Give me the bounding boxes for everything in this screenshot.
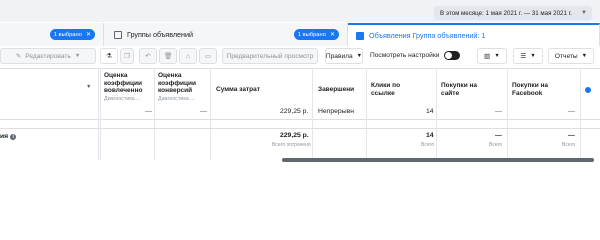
summary-clicks-sub: Всего [421,142,435,148]
column-header-label: Завершени [318,86,355,93]
chevron-down-icon: ▼ [494,53,500,59]
folder-icon [114,30,122,39]
column-header-sub: Диагностика ... [158,96,195,102]
columns-button[interactable]: ▥ ▼ [477,48,507,64]
cell-conversion: — [200,108,207,115]
summary-purchases-fb: — [568,132,575,139]
summary-spend: 229,25 р. [280,132,309,139]
flask-icon: ⚗ [106,53,112,60]
cell-purchases-site: — [495,108,502,115]
cell-purchases-fb: — [568,108,575,115]
preview-button[interactable]: Предварительный просмотр [222,48,318,64]
comment-icon: ▭ [204,53,212,60]
reports-button[interactable]: Отчеты ▼ [548,48,594,64]
column-header-label: Сумма затрат [216,86,260,93]
tab-ad-sets-label: Группы объявлений [127,30,194,39]
tab-ads[interactable]: Объявления Группа объявлений: 1 [348,23,600,46]
summary-purchases-site-sub: Всего [489,142,503,148]
columns-icon: ▥ [484,53,491,60]
chevron-down-icon: ▼ [581,10,587,16]
add-column-icon[interactable] [585,87,591,93]
view-settings-toggle[interactable] [444,51,461,60]
column-header-spend[interactable]: Сумма затрат [216,86,260,94]
column-header-sub: Диагностика ... [104,96,141,102]
tab-ads-label: Объявления Группа объявлений: 1 [369,31,486,40]
summary-spend-sub: Всего потрачено [272,142,311,148]
cell-spend: 229,25 р. [280,108,309,115]
undo-icon: ↶ [145,53,151,60]
ab-test-button[interactable]: ⚗ [100,48,118,64]
date-bar: В этом месяце: 1 мая 2021 г. — 31 мая 20… [0,0,600,22]
tag-icon: ⌂ [186,52,190,60]
selected-badge[interactable]: 1 выбрано ✕ [49,29,95,40]
duplicate-icon: ❐ [124,53,130,60]
view-settings-label: Посмотреть настройки [370,52,440,59]
column-header-label: Оценка коэффиции конверсий [158,72,197,94]
date-range-picker[interactable]: В этом месяце: 1 мая 2021 г. — 31 мая 20… [434,6,592,20]
column-header-engagement[interactable]: Оценка коэффиции вовлеченно [104,72,152,95]
cell-clicks: 14 [426,108,434,115]
chevron-down-icon: ▼ [530,53,536,59]
comment-button[interactable]: ▭ [199,48,217,64]
tab-ad-sets[interactable]: Группы объявлений 1 выбрано ✕ [104,23,348,46]
view-settings-toggle-wrap: Посмотреть настройки [370,51,461,60]
column-header-link-clicks[interactable]: Клики по ссылке [371,82,431,97]
rules-button-label: Правила [325,52,353,60]
ad-icon [356,31,364,40]
column-header-label: Оценка коэффиции вовлеченно [104,72,143,94]
reports-button-label: Отчеты [554,52,578,60]
preview-button-label: Предварительный просмотр [226,52,314,60]
cell-engagement: — [145,108,152,115]
delete-button[interactable]: 🗑 [159,48,177,64]
column-header-label: Клики по ссылке [371,82,401,97]
table-row[interactable]: — — 229,25 р. Непрерывн 14 — — [0,104,600,120]
edit-button[interactable]: ✎ Редактировать ▼ [0,48,96,64]
duplicate-button[interactable]: ❐ [120,48,134,64]
rules-button[interactable]: Правила ▼ [325,48,363,64]
column-header-label: Покупки на сайте [441,82,478,97]
breakdown-button[interactable]: ☰ ▼ [513,48,543,64]
column-header-conversion[interactable]: Оценка коэффиции конверсий [158,72,208,95]
edit-button-label: Редактировать [25,52,71,60]
summary-purchases-site: — [495,132,502,139]
ads-table: ▼ Оценка коэффиции вовлеченно Диагностик… [0,68,600,160]
column-header-completion[interactable]: Завершени [318,86,364,94]
summary-row: ия i 229,25 р. Всего потрачено 14 Всего —… [0,128,600,158]
info-icon[interactable]: i [10,134,17,140]
chevron-down-icon: ▼ [356,53,363,59]
horizontal-scrollbar[interactable] [282,158,594,162]
summary-clicks: 14 [426,132,434,139]
trash-icon: 🗑 [163,53,173,60]
cell-status: Непрерывн [318,108,354,115]
date-range-label: В этом месяце: 1 мая 2021 г. — 31 мая 20… [440,9,572,17]
summary-label: ия i [0,133,17,140]
selected-badge[interactable]: 1 выбрано ✕ [293,29,339,40]
tag-button[interactable]: ⌂ [179,48,197,64]
selected-badge-label: 1 выбрано [297,31,326,38]
tab-campaigns[interactable]: 1 выбрано ✕ [0,23,104,46]
chevron-down-icon: ▼ [581,53,588,59]
undo-button[interactable]: ↶ [139,48,157,64]
pencil-icon: ✎ [15,53,22,60]
sort-icon[interactable]: ▼ [86,84,91,90]
close-icon[interactable]: ✕ [86,31,91,38]
selected-badge-label: 1 выбрано [53,31,82,38]
summary-purchases-fb-sub: Всего [562,142,576,148]
chevron-down-icon: ▼ [74,53,81,59]
column-header-purchases-fb[interactable]: Покупки на Facebook [512,82,576,97]
summary-label-text: ия [0,133,9,140]
level-tabs: 1 выбрано ✕ Группы объявлений 1 выбрано … [0,23,600,46]
breakdown-icon: ☰ [520,53,527,60]
column-header-label: Покупки на Facebook [512,82,549,97]
close-icon[interactable]: ✕ [330,31,335,38]
toolbar: ✎ Редактировать ▼ ⚗ ❐ ↶ 🗑 ⌂ ▭ Предварите… [0,46,600,68]
column-header-purchases-site[interactable]: Покупки на сайте [441,82,501,97]
